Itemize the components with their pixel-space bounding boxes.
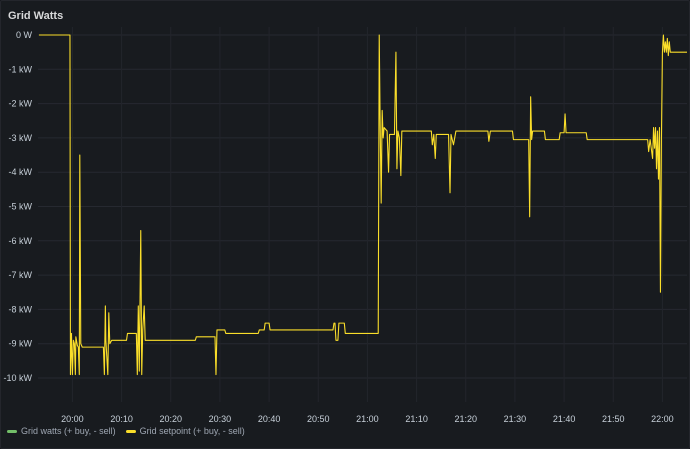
x-tick-label: 22:00 xyxy=(651,414,674,424)
y-tick-label: -1 kW xyxy=(9,64,33,74)
y-tick-label: -8 kW xyxy=(9,304,33,314)
x-tick-label: 21:00 xyxy=(356,414,379,424)
legend-item-grid-watts[interactable]: Grid watts (+ buy, - sell) xyxy=(7,426,116,436)
y-tick-label: -7 kW xyxy=(9,270,33,280)
x-tick-label: 20:30 xyxy=(209,414,232,424)
x-axis: 20:00 20:10 20:20 20:30 20:40 20:50 21:00 21:10… xyxy=(61,414,674,424)
x-tick-label: 21:20 xyxy=(454,414,477,424)
y-tick-label: 0 W xyxy=(16,30,33,40)
y-tick-label: -5 kW xyxy=(9,202,33,212)
legend-swatch-grid-watts xyxy=(7,429,17,433)
line-chart: 0 W -1 kW -2 kW -3 kW -4 kW -5 kW -6 kW -7 kW -8… xyxy=(3,27,687,424)
x-tick-label: 20:20 xyxy=(159,414,182,424)
y-tick-label: -3 kW xyxy=(9,133,33,143)
y-tick-label: -6 kW xyxy=(9,236,33,246)
legend-item-grid-setpoint[interactable]: Grid setpoint (+ buy, - sell) xyxy=(125,426,245,436)
x-tick-label: 21:10 xyxy=(405,414,428,424)
legend-swatch-grid-setpoint xyxy=(125,429,136,433)
legend-label-grid-setpoint: Grid setpoint (+ buy, - sell) xyxy=(139,426,245,436)
x-tick-label: 21:30 xyxy=(504,414,527,424)
x-tick-label: 20:40 xyxy=(258,414,281,424)
y-tick-label: -9 kW xyxy=(9,339,33,349)
y-tick-label: -10 kW xyxy=(3,373,32,383)
x-tick-label: 21:40 xyxy=(553,414,576,424)
x-tick-label: 20:00 xyxy=(61,414,84,424)
y-tick-label: -4 kW xyxy=(9,167,33,177)
x-tick-label: 20:10 xyxy=(110,414,133,424)
series-lines xyxy=(38,34,687,376)
legend[interactable]: Grid watts (+ buy, - sell) Grid setpoint… xyxy=(7,426,245,436)
y-axis: 0 W -1 kW -2 kW -3 kW -4 kW -5 kW -6 kW -7 kW -8… xyxy=(3,30,32,383)
legend-label-grid-watts: Grid watts (+ buy, - sell) xyxy=(21,426,116,436)
x-tick-label: 20:50 xyxy=(307,414,330,424)
x-tick-label: 21:50 xyxy=(602,414,625,424)
series-line-1 xyxy=(38,34,687,376)
y-tick-label: -2 kW xyxy=(9,99,33,109)
chart-grid xyxy=(38,27,687,402)
